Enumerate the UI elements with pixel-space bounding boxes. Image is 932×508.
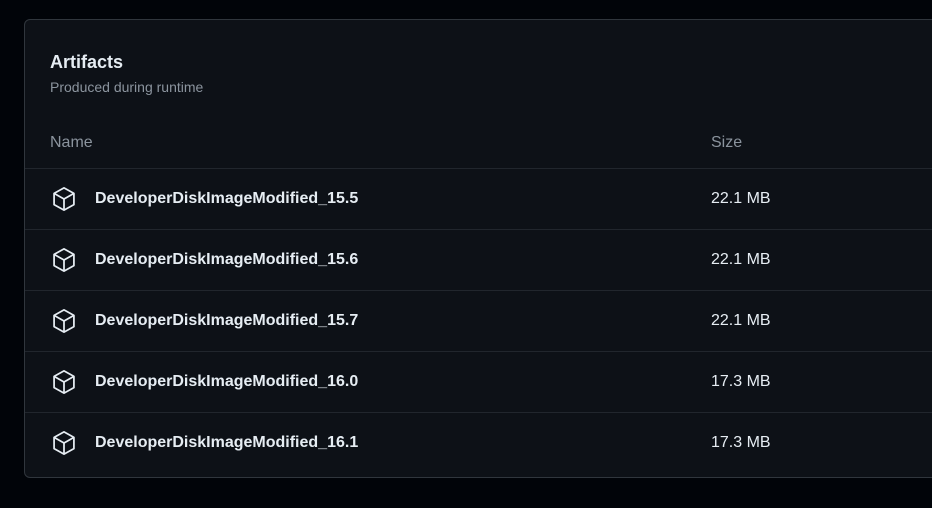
- package-icon: [50, 368, 78, 396]
- artifact-size: 22.1 MB: [711, 190, 771, 207]
- package-icon: [50, 246, 78, 274]
- artifact-row: DeveloperDiskImageModified_15.6 22.1 MB: [25, 229, 932, 290]
- artifacts-title: Artifacts: [50, 52, 124, 72]
- artifact-size: 22.1 MB: [711, 251, 771, 268]
- artifact-row: DeveloperDiskImageModified_15.7 22.1 MB: [25, 290, 932, 351]
- artifact-link[interactable]: DeveloperDiskImageModified_16.0: [95, 372, 358, 392]
- package-icon: [50, 307, 78, 335]
- artifact-link[interactable]: DeveloperDiskImageModified_15.5: [95, 189, 358, 209]
- package-icon: [50, 429, 78, 457]
- artifacts-table: DeveloperDiskImageModified_15.5 22.1 MB …: [25, 168, 932, 473]
- artifact-size: 17.3 MB: [711, 434, 771, 451]
- column-header-size: Size: [711, 134, 743, 151]
- artifact-link[interactable]: DeveloperDiskImageModified_15.7: [95, 311, 358, 331]
- artifact-row: DeveloperDiskImageModified_16.0 17.3 MB: [25, 351, 932, 412]
- artifact-row: DeveloperDiskImageModified_15.5 22.1 MB: [25, 168, 932, 229]
- artifacts-panel: Artifacts Produced during runtime Name S…: [24, 19, 932, 478]
- artifact-link[interactable]: DeveloperDiskImageModified_15.6: [95, 250, 358, 270]
- artifact-size: 22.1 MB: [711, 312, 771, 329]
- artifact-size: 17.3 MB: [711, 373, 771, 390]
- artifact-row: DeveloperDiskImageModified_16.1 17.3 MB: [25, 412, 932, 473]
- artifacts-subtitle: Produced during runtime: [50, 79, 204, 95]
- artifact-link[interactable]: DeveloperDiskImageModified_16.1: [95, 433, 358, 453]
- column-header-name: Name: [50, 134, 93, 151]
- package-icon: [50, 185, 78, 213]
- artifacts-header: Artifacts Produced during runtime: [50, 51, 203, 96]
